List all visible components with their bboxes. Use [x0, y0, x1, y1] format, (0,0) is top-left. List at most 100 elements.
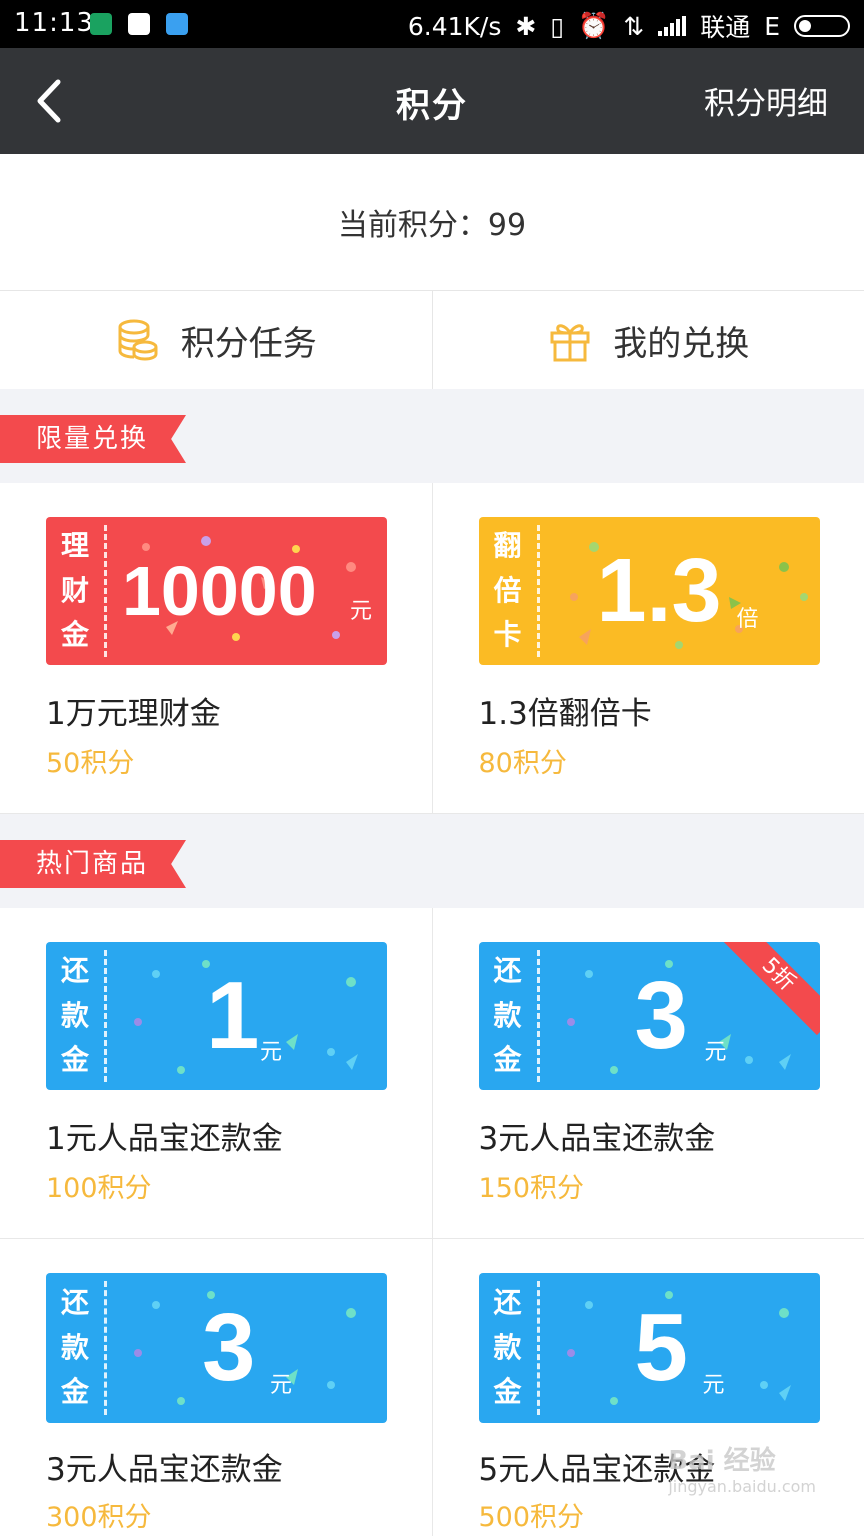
tab-my-exchange[interactable]: 我的兑换 — [431, 291, 864, 389]
product-card[interactable]: 还 款 金 1 元 1元人品宝还款金 100积分 — [0, 908, 432, 1238]
ticket-amount: 1 — [206, 962, 260, 1069]
product-cost: 80积分 — [478, 748, 567, 779]
signal-icon — [658, 16, 687, 36]
ticket-label-char: 倍 — [493, 573, 522, 607]
watermark-text: Bai 经验 — [668, 1446, 776, 1476]
product-cost: 150积分 — [478, 1173, 585, 1204]
ticket-label-char: 金 — [60, 618, 89, 652]
ticket-graphic: 还 款 金 5 元 — [478, 1273, 820, 1423]
data-transfer-icon: ⇅ — [623, 11, 645, 41]
product-name: 3元人品宝还款金 — [478, 1121, 716, 1157]
ticket-label-char: 金 — [60, 1043, 89, 1077]
ticket-amount: 1.3 — [596, 540, 722, 641]
ticket-amount: 5 — [634, 1294, 688, 1401]
ticket-graphic: 还 款 金 1 元 — [46, 942, 387, 1090]
ticket-unit: 元 — [704, 1040, 727, 1065]
ticket-label-char: 款 — [60, 998, 89, 1032]
tab-label: 积分任务 — [180, 323, 317, 364]
coins-icon — [118, 319, 158, 361]
network-speed: 6.41K/s — [407, 11, 502, 41]
ticket-label: 还 款 金 — [479, 1273, 537, 1423]
product-cost: 300积分 — [46, 1502, 152, 1533]
ticket-label-char: 卡 — [493, 618, 522, 652]
ticket-perforation — [536, 525, 540, 657]
ticket-perforation — [104, 525, 107, 657]
ticket-amount: 3 — [634, 962, 688, 1069]
current-points-value: 99 — [487, 208, 527, 243]
ticket-unit: 元 — [702, 1373, 725, 1398]
ticket-graphic: 翻 倍 卡 1.3 倍 — [478, 517, 820, 665]
ticket-label: 还 款 金 — [479, 942, 537, 1090]
product-card[interactable]: 理 财 金 10000 元 1万元理财金 50积分 — [0, 483, 432, 813]
status-bar: 11:13 6.41K/s ✱ ▯ ⏰ ⇅ 联通 E — [0, 0, 864, 48]
carrier-name: 联通 — [700, 13, 751, 42]
ticket-label-char: 理 — [60, 528, 89, 562]
ticket-label-char: 还 — [493, 953, 522, 987]
points-tabs: 积分任务 我的兑换 — [0, 291, 864, 389]
ticket-label: 还 款 金 — [46, 942, 104, 1090]
ticket-perforation — [536, 1281, 540, 1415]
section-header-hot: 热门商品 — [0, 814, 864, 908]
ticket-perforation — [536, 950, 540, 1082]
ticket-amount: 10000 — [122, 552, 317, 630]
ticket-graphic: 还 款 金 3 元 5折 — [478, 942, 820, 1090]
product-cost: 500积分 — [478, 1502, 585, 1533]
watermark-url: jingyan.baidu.com — [668, 1477, 816, 1496]
ticket-label-char: 翻 — [493, 528, 522, 562]
ticket-label-char: 还 — [60, 1285, 89, 1319]
ticket-label-char: 金 — [493, 1043, 522, 1077]
bluetooth-icon: ✱ — [515, 11, 537, 41]
battery-icon — [794, 15, 850, 37]
ticket-unit: 元 — [350, 599, 373, 624]
ticket-label: 翻 倍 卡 — [479, 517, 537, 665]
product-name: 1元人品宝还款金 — [46, 1121, 283, 1157]
ticket-unit: 倍 — [736, 607, 759, 632]
alarm-icon: ⏰ — [578, 11, 610, 40]
section-header-limited: 限量兑换 — [0, 389, 864, 483]
current-points: 当前积分：99 — [0, 154, 864, 291]
section-ribbon: 热门商品 — [0, 840, 186, 888]
product-name: 1.3倍翻倍卡 — [478, 696, 652, 732]
ticket-unit: 元 — [270, 1373, 293, 1398]
product-cost: 50积分 — [46, 748, 135, 779]
product-row: 还 款 金 1 元 1元人品宝还款金 100积分 还 款 金 3 元 5折 3元… — [0, 908, 864, 1239]
ticket-label-char: 金 — [493, 1375, 522, 1409]
product-cost: 100积分 — [46, 1173, 152, 1204]
status-time: 11:13 — [14, 8, 94, 38]
network-type: E — [764, 11, 780, 41]
ticket-label-char: 款 — [493, 1330, 522, 1364]
ticket-unit: 元 — [260, 1040, 283, 1065]
qq-icon — [128, 13, 150, 35]
app-root: 11:13 6.41K/s ✱ ▯ ⏰ ⇅ 联通 E 积分 积分明细 当前积分：… — [0, 0, 864, 1536]
title-bar: 积分 积分明细 — [0, 48, 864, 154]
ticket-perforation — [104, 950, 107, 1082]
product-card[interactable]: 还 款 金 3 元 5折 3元人品宝还款金 150积分 — [431, 908, 864, 1238]
current-points-label: 当前积分： — [337, 208, 488, 243]
ticket-label: 还 款 金 — [46, 1273, 104, 1423]
shield-app-icon — [90, 13, 112, 35]
product-card[interactable]: 翻 倍 卡 1.3 倍 1.3倍翻倍卡 80积分 — [431, 483, 864, 813]
ticket-perforation — [104, 1281, 107, 1415]
tab-label: 我的兑换 — [613, 323, 750, 364]
product-card[interactable]: 还 款 金 3 元 3元人品宝还款金 300积分 — [0, 1239, 432, 1536]
ticket-label: 理 财 金 — [46, 517, 104, 665]
product-row: 理 财 金 10000 元 1万元理财金 50积分 翻 倍 卡 1.3 倍 1.… — [0, 483, 864, 814]
ticket-label-char: 款 — [60, 1330, 89, 1364]
product-name: 1万元理财金 — [46, 696, 221, 732]
product-name: 3元人品宝还款金 — [46, 1452, 283, 1488]
vibrate-icon: ▯ — [550, 11, 565, 41]
ticket-label-char: 财 — [60, 573, 89, 607]
status-right: 6.41K/s ✱ ▯ ⏰ ⇅ 联通 E — [408, 8, 850, 44]
watermark-logo: Bai 经验 jingyan.baidu.com — [668, 1440, 816, 1496]
message-app-icon — [166, 13, 188, 35]
gift-icon — [550, 324, 590, 362]
ticket-label-char: 还 — [60, 953, 89, 987]
tab-points-tasks[interactable]: 积分任务 — [0, 291, 432, 389]
ticket-label-char: 金 — [60, 1375, 89, 1409]
ticket-graphic: 理 财 金 10000 元 — [46, 517, 387, 665]
section-ribbon: 限量兑换 — [0, 415, 186, 463]
ticket-graphic: 还 款 金 3 元 — [46, 1273, 387, 1423]
ticket-amount: 3 — [202, 1294, 256, 1401]
points-detail-link[interactable]: 积分明细 — [704, 78, 828, 123]
ticket-label-char: 款 — [493, 998, 522, 1032]
